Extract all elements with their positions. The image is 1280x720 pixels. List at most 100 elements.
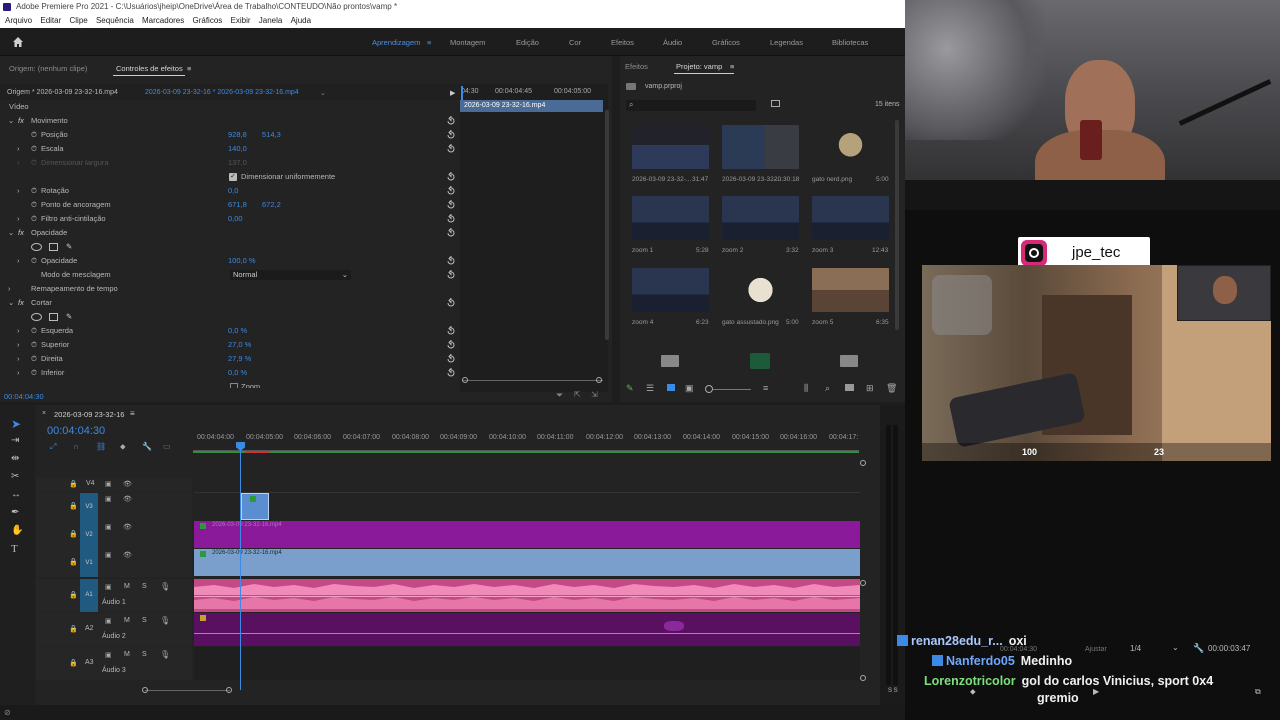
panel-menu-icon[interactable]: ≡ bbox=[730, 62, 734, 71]
lock-icon[interactable]: 🔒 bbox=[69, 502, 78, 510]
checkbox[interactable] bbox=[230, 383, 238, 388]
new-bin-icon[interactable] bbox=[845, 384, 854, 391]
menu-janela[interactable]: Janela bbox=[259, 16, 283, 25]
eye-icon[interactable]: 👁 bbox=[123, 551, 132, 559]
superior-value[interactable]: 27,0 % bbox=[228, 338, 251, 352]
reset-icon[interactable] bbox=[446, 144, 456, 154]
filter-icon[interactable]: ⏷ bbox=[556, 390, 563, 401]
play-triangle-icon[interactable]: ▶ bbox=[450, 89, 455, 97]
pen-mask-icon[interactable]: ✎ bbox=[66, 240, 72, 254]
track-target-v3[interactable]: V3 bbox=[80, 493, 98, 521]
eye-icon[interactable]: 👁 bbox=[123, 523, 132, 531]
workspace-audio[interactable]: Áudio bbox=[663, 38, 682, 47]
reset-icon[interactable] bbox=[446, 270, 456, 280]
workspace-menu-icon[interactable]: ≡ bbox=[427, 38, 431, 47]
close-icon[interactable]: × bbox=[42, 410, 46, 417]
export-frame-icon[interactable]: ⇲ bbox=[591, 390, 598, 399]
lock-icon[interactable]: 🔒 bbox=[69, 480, 78, 488]
workspace-edicao[interactable]: Edição bbox=[516, 38, 539, 47]
mute-button[interactable]: M bbox=[124, 583, 130, 590]
film-icon[interactable]: ▣ bbox=[105, 495, 112, 503]
chevron-right-icon[interactable]: › bbox=[17, 212, 20, 226]
track-a3-empty[interactable] bbox=[194, 647, 860, 680]
ellipse-mask-icon[interactable] bbox=[31, 313, 42, 321]
h-zoom-bar[interactable] bbox=[145, 690, 230, 691]
source-clip-label[interactable]: Origem * 2026-03-09 23-32-16.mp4 bbox=[7, 89, 118, 96]
film-icon[interactable]: ▣ bbox=[105, 617, 112, 625]
reset-icon[interactable] bbox=[446, 186, 456, 196]
chevron-right-icon[interactable]: › bbox=[17, 184, 20, 198]
sequence-tab[interactable]: 2026-03-09 23-32-16 bbox=[54, 410, 124, 419]
sort-icon[interactable]: ≡ bbox=[763, 383, 768, 393]
solo-button[interactable]: S bbox=[142, 583, 147, 590]
media-thumbnail[interactable] bbox=[632, 125, 709, 169]
track-target-v2[interactable]: V2 bbox=[80, 521, 98, 549]
chevron-down-icon[interactable]: ⌄ bbox=[8, 296, 14, 310]
stopwatch-icon[interactable]: ⏱ bbox=[31, 324, 37, 338]
menu-exibir[interactable]: Exibir bbox=[231, 16, 251, 25]
microphone-icon[interactable]: 🎙 bbox=[160, 650, 170, 659]
media-thumbnail[interactable] bbox=[812, 196, 889, 240]
ec-clip-bar[interactable]: 2026-03-09 23-32-16.mp4 bbox=[460, 100, 603, 112]
project-scrollbar[interactable] bbox=[895, 120, 899, 330]
chevron-down-icon[interactable]: ⌄ bbox=[8, 114, 14, 128]
film-icon[interactable]: ▣ bbox=[105, 651, 112, 659]
ellipse-mask-icon[interactable] bbox=[31, 243, 42, 251]
reset-icon[interactable] bbox=[446, 172, 456, 182]
esquerda-value[interactable]: 0,0 % bbox=[228, 324, 247, 338]
workspace-legendas[interactable]: Legendas bbox=[770, 38, 803, 47]
clip-v1[interactable]: 2026-03-09 23-32-16.mp4 bbox=[194, 549, 860, 576]
rectangle-mask-icon[interactable] bbox=[49, 243, 58, 251]
chevron-right-icon[interactable]: › bbox=[17, 324, 20, 338]
posicao-x-value[interactable]: 928,8 bbox=[228, 128, 247, 142]
track-select-tool-icon[interactable]: ⇥ bbox=[11, 435, 19, 446]
audio-clip-icon[interactable] bbox=[750, 353, 770, 369]
inferior-value[interactable]: 0,0 % bbox=[228, 366, 247, 380]
play-icon[interactable]: ▶ bbox=[1093, 687, 1099, 696]
reset-icon[interactable] bbox=[446, 354, 456, 364]
tab-effect-controls[interactable]: Controles de efeitos bbox=[116, 64, 183, 73]
media-thumbnail[interactable] bbox=[722, 196, 799, 240]
pencil-icon[interactable]: ✎ bbox=[626, 383, 634, 394]
wrench-icon[interactable]: 🔧 bbox=[142, 442, 152, 451]
clip-a1[interactable] bbox=[194, 579, 860, 612]
reset-icon[interactable] bbox=[446, 228, 456, 238]
zoom-slider-handle[interactable] bbox=[705, 385, 713, 393]
panel-menu-icon[interactable]: ≡ bbox=[187, 64, 191, 73]
lock-icon[interactable]: 🔒 bbox=[69, 558, 78, 566]
snap-icon[interactable]: ∩ bbox=[73, 442, 79, 451]
trash-icon[interactable]: 🗑 bbox=[886, 383, 897, 394]
reset-icon[interactable] bbox=[446, 326, 456, 336]
chevron-down-icon[interactable]: ⌄ bbox=[320, 89, 326, 97]
ancoragem-y-value[interactable]: 672,2 bbox=[262, 198, 281, 212]
workspace-bibliotecas[interactable]: Bibliotecas bbox=[832, 38, 868, 47]
media-thumbnail[interactable] bbox=[722, 268, 799, 312]
nest-icon[interactable]: ⤢ bbox=[50, 442, 56, 452]
film-icon[interactable]: ▣ bbox=[105, 551, 112, 559]
film-icon[interactable]: ▣ bbox=[105, 480, 112, 488]
effect-controls-timeline[interactable]: 04:30 00:04:04:45 00:04:05:00 bbox=[460, 84, 608, 392]
linked-selection-icon[interactable]: ⛓ bbox=[96, 442, 106, 451]
pen-mask-icon[interactable]: ✎ bbox=[66, 310, 72, 324]
home-icon[interactable] bbox=[12, 36, 24, 48]
work-area-bar[interactable] bbox=[193, 451, 859, 453]
media-thumbnail[interactable] bbox=[632, 268, 709, 312]
fx-icon[interactable]: fx bbox=[18, 114, 24, 128]
stopwatch-icon[interactable]: ⏱ bbox=[31, 128, 37, 142]
h-zoom-handle[interactable] bbox=[142, 687, 148, 693]
panel-menu-icon[interactable]: ≡ bbox=[130, 409, 135, 418]
reset-icon[interactable] bbox=[446, 200, 456, 210]
new-bin-icon[interactable] bbox=[771, 100, 780, 107]
media-thumbnail[interactable] bbox=[812, 268, 889, 312]
escala-value[interactable]: 140,0 bbox=[228, 142, 247, 156]
lock-icon[interactable]: 🔒 bbox=[69, 530, 78, 538]
scroll-handle[interactable] bbox=[860, 460, 866, 466]
reset-icon[interactable] bbox=[446, 256, 456, 266]
workspace-efeitos[interactable]: Efeitos bbox=[611, 38, 634, 47]
hand-tool-icon[interactable]: ✋ bbox=[11, 525, 23, 536]
tab-effects[interactable]: Efeitos bbox=[625, 62, 648, 71]
scroll-handle[interactable] bbox=[860, 580, 866, 586]
effect-opacidade[interactable]: ⌄ fx Opacidade bbox=[0, 226, 460, 240]
tab-source[interactable]: Origem: (nenhum clipe) bbox=[9, 64, 87, 73]
film-icon[interactable]: ▣ bbox=[105, 583, 112, 591]
